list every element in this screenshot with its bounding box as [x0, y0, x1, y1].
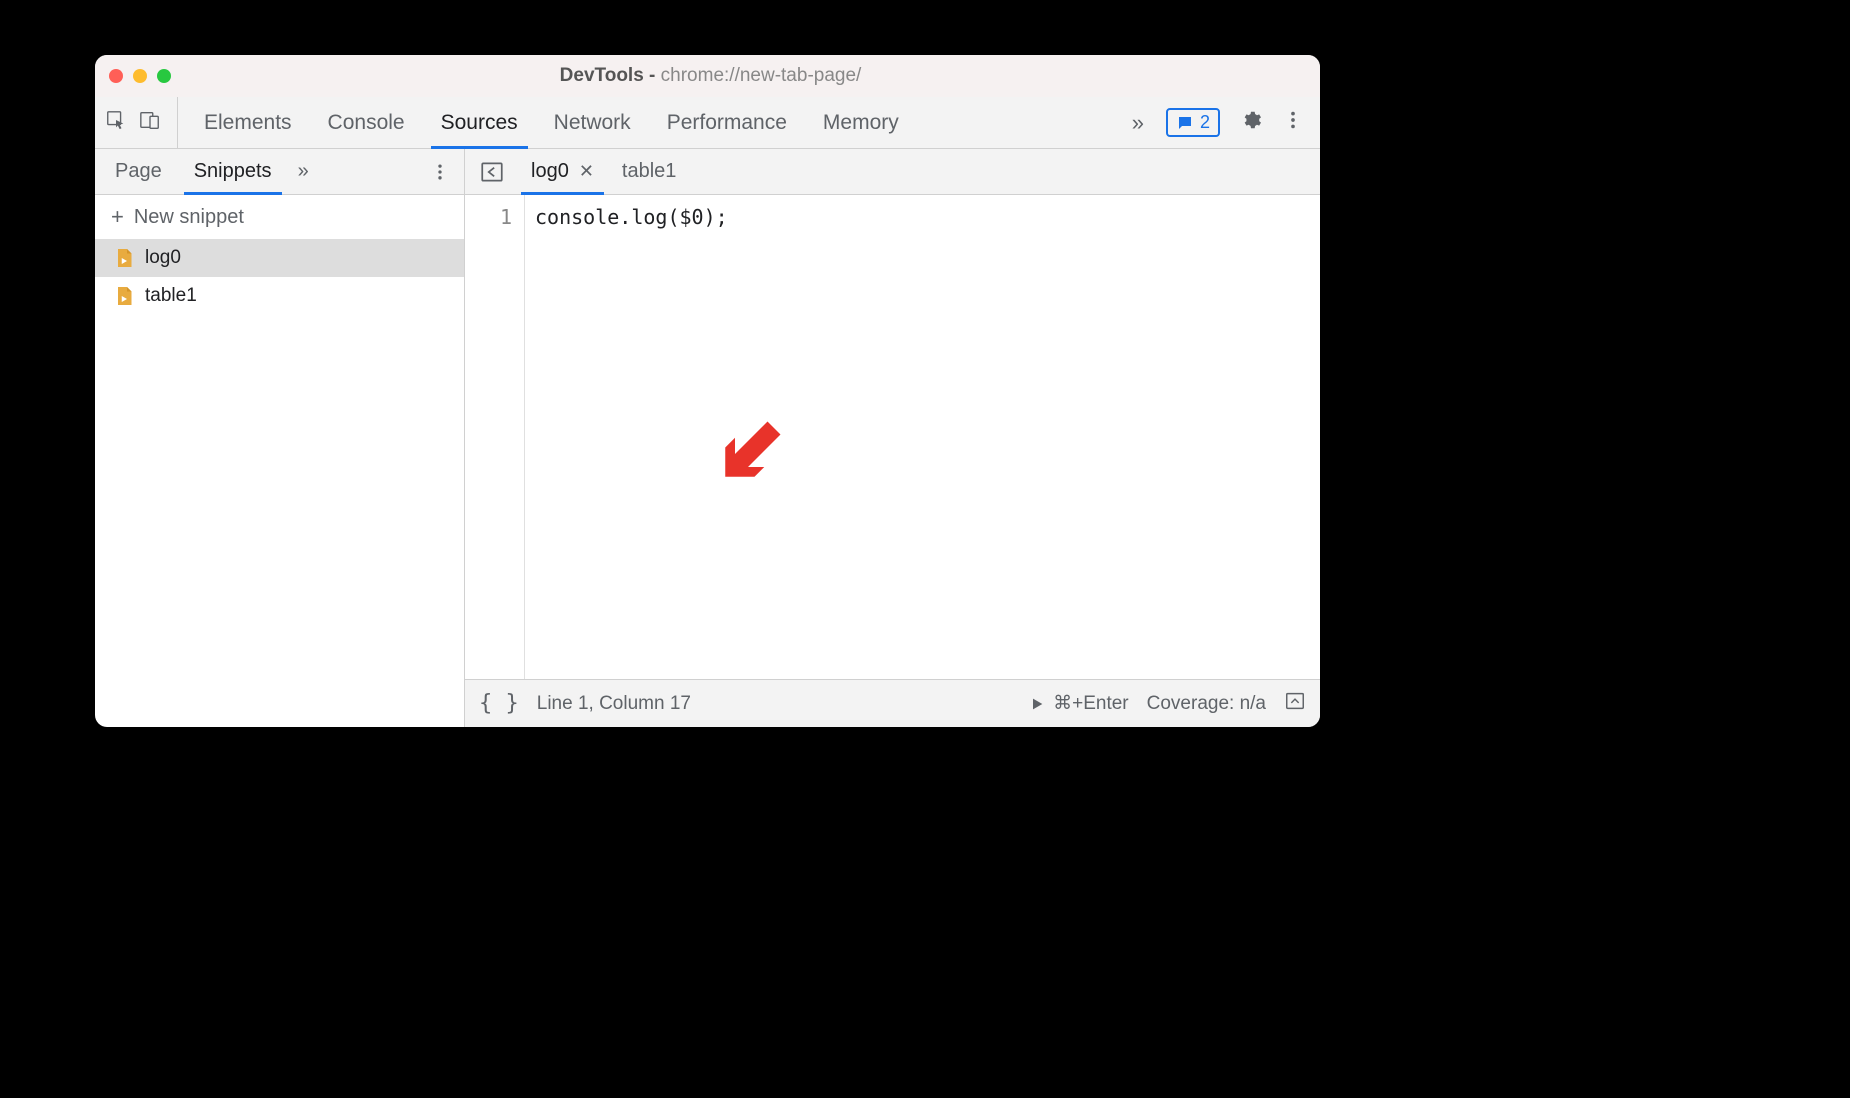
- plus-icon: +: [111, 204, 124, 230]
- new-snippet-label: New snippet: [134, 206, 244, 229]
- code-editor[interactable]: 1 console.log($0);: [465, 195, 1320, 679]
- editor-area: log0 ✕ table1 1 console.log($0); { } Line …: [465, 149, 1320, 727]
- new-snippet-button[interactable]: + New snippet: [95, 195, 464, 239]
- window-title: DevTools - chrome://new-tab-page/: [181, 65, 1240, 87]
- run-snippet-button[interactable]: ⌘+Enter: [1029, 692, 1129, 715]
- main-tab-performance[interactable]: Performance: [649, 97, 805, 148]
- toolbar-right: 2: [1156, 97, 1310, 148]
- navigator-tabs: PageSnippets »: [95, 149, 464, 195]
- navigator-tab-page[interactable]: Page: [99, 149, 178, 194]
- navigator-sidebar: PageSnippets » + New snippet log0 table1: [95, 149, 465, 727]
- maximize-window-button[interactable]: [157, 69, 171, 83]
- editor-tab-label: log0: [531, 160, 569, 183]
- snippet-file-icon: [115, 247, 133, 269]
- snippet-item-label: table1: [145, 285, 197, 307]
- navigator-tab-snippets[interactable]: Snippets: [178, 149, 288, 194]
- main-tabs: ElementsConsoleSourcesNetworkPerformance…: [186, 97, 1120, 148]
- main-toolbar: ElementsConsoleSourcesNetworkPerformance…: [95, 97, 1320, 149]
- device-toolbar-icon[interactable]: [139, 109, 161, 136]
- title-url: chrome://new-tab-page/: [661, 65, 862, 86]
- line-number: 1: [465, 205, 512, 229]
- snippet-item-log0[interactable]: log0: [95, 239, 464, 277]
- code-line[interactable]: console.log($0);: [535, 205, 1310, 229]
- navigator-kebab-icon[interactable]: [420, 149, 460, 194]
- minimize-window-button[interactable]: [133, 69, 147, 83]
- messages-count: 2: [1200, 112, 1210, 133]
- kebab-menu-icon[interactable]: [1282, 109, 1304, 136]
- more-tabs-icon[interactable]: »: [1120, 97, 1156, 148]
- drawer-toggle-icon[interactable]: [1284, 690, 1306, 718]
- panel-body: PageSnippets » + New snippet log0table1 …: [95, 149, 1320, 727]
- editor-statusbar: { } Line 1, Column 17 ⌘+Enter Coverage: …: [465, 679, 1320, 727]
- main-tab-memory[interactable]: Memory: [805, 97, 917, 148]
- settings-icon[interactable]: [1240, 109, 1262, 136]
- main-tab-elements[interactable]: Elements: [186, 97, 310, 148]
- traffic-lights: [109, 69, 171, 83]
- inspect-tools: [105, 97, 178, 148]
- snippet-item-table1[interactable]: table1: [95, 277, 464, 315]
- editor-tabs: log0 ✕ table1: [465, 149, 1320, 195]
- coverage-status: Coverage: n/a: [1147, 693, 1266, 715]
- snippet-file-icon: [115, 285, 133, 307]
- line-gutter: 1: [465, 195, 525, 679]
- main-tab-network[interactable]: Network: [536, 97, 649, 148]
- run-shortcut: ⌘+Enter: [1053, 692, 1129, 715]
- main-tab-sources[interactable]: Sources: [423, 97, 536, 148]
- snippet-list: log0 table1: [95, 239, 464, 727]
- inspect-element-icon[interactable]: [105, 109, 127, 136]
- editor-tab-table1[interactable]: table1: [608, 149, 691, 194]
- editor-tab-log0[interactable]: log0 ✕: [517, 149, 608, 194]
- close-window-button[interactable]: [109, 69, 123, 83]
- window-titlebar: DevTools - chrome://new-tab-page/: [95, 55, 1320, 97]
- messages-badge[interactable]: 2: [1166, 108, 1220, 137]
- devtools-window: DevTools - chrome://new-tab-page/ Elemen…: [95, 55, 1320, 727]
- snippet-item-label: log0: [145, 247, 181, 269]
- editor-tab-label: table1: [622, 160, 677, 183]
- navigator-more-tabs-icon[interactable]: »: [288, 149, 420, 194]
- close-tab-icon[interactable]: ✕: [579, 161, 594, 182]
- main-tab-console[interactable]: Console: [310, 97, 423, 148]
- navigate-back-icon[interactable]: [471, 149, 513, 194]
- pretty-print-icon[interactable]: { }: [479, 691, 519, 716]
- cursor-position: Line 1, Column 17: [537, 693, 691, 715]
- code-content[interactable]: console.log($0);: [525, 195, 1320, 679]
- title-prefix: DevTools -: [560, 65, 661, 86]
